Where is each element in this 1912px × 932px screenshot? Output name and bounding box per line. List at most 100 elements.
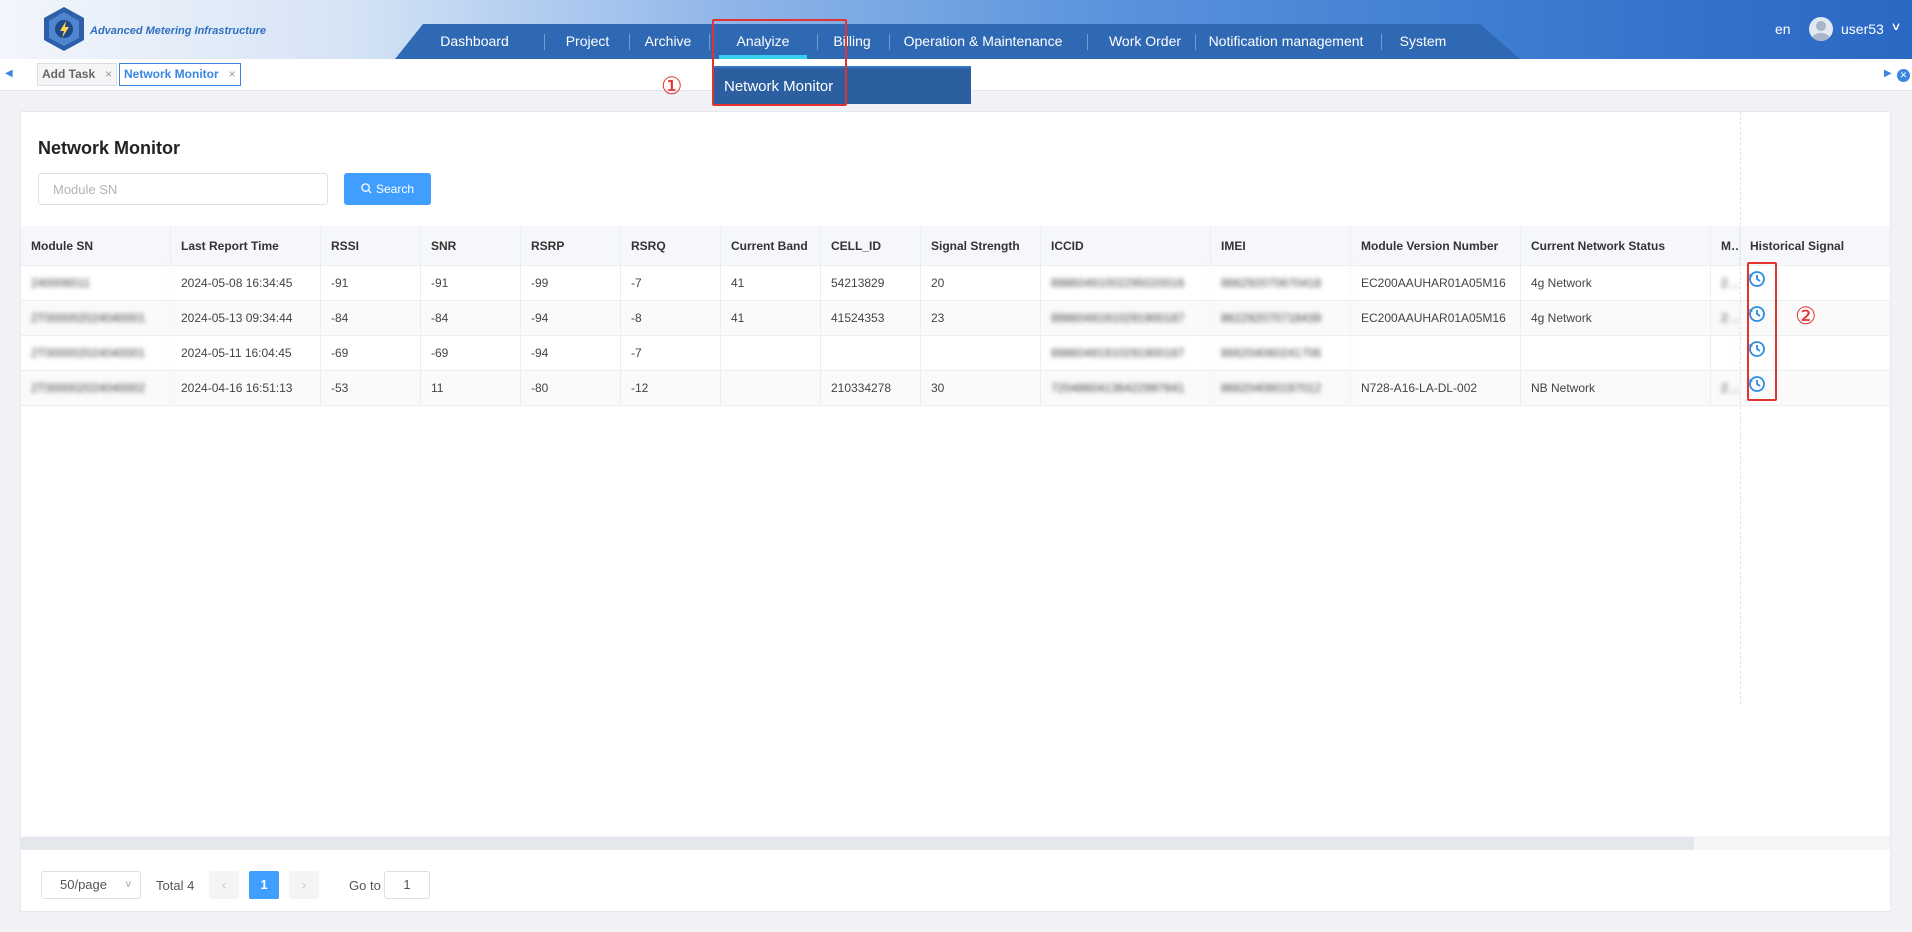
column-header-current-band[interactable]: Current Band [721, 226, 821, 265]
content-card: Network Monitor Search Module SNLast Rep… [20, 111, 1891, 912]
nav-divider [629, 34, 630, 50]
cell-imei: 862292070718439 [1211, 301, 1351, 335]
column-header-historical-signal[interactable]: Historical Signal [1740, 226, 1890, 265]
column-header-rssi[interactable]: RSSI [321, 226, 421, 265]
cell-rsrp: -80 [521, 371, 621, 405]
table-row[interactable]: 240006011 2024-05-08 16:34:45 -91 -91 -99 -7 4… [21, 266, 1890, 301]
cell-rsrq: -7 [621, 266, 721, 300]
cell-current-network-status: 4g Network [1521, 266, 1711, 300]
nav-notification-management[interactable]: Notification management [1207, 24, 1365, 59]
cell-cell-id: 210334278 [821, 371, 921, 405]
cell-iccid: 89860491002295020016 [1041, 266, 1211, 300]
cell-iccid: 89860491910291900187 [1041, 301, 1211, 335]
nav-divider [1087, 34, 1088, 50]
cell-rssi: -84 [321, 301, 421, 335]
cell-rsrp: -99 [521, 266, 621, 300]
cell-last-report-time: 2024-05-13 09:34:44 [171, 301, 321, 335]
cell-module-version-number: N728-A16-LA-DL-002 [1351, 371, 1521, 405]
column-header-last-report-time[interactable]: Last Report Time [171, 226, 321, 265]
total-count: Total 4 [156, 878, 195, 893]
cell-cell-id: 54213829 [821, 266, 921, 300]
column-header-rsrq[interactable]: RSRQ [621, 226, 721, 265]
cell-imei: 866204060197012 [1211, 371, 1351, 405]
tab-scroll-left-icon[interactable]: ◀ [5, 68, 13, 79]
column-header-snr[interactable]: SNR [421, 226, 521, 265]
goto-page-input[interactable]: 1 [384, 871, 430, 899]
nav-divider [544, 34, 545, 50]
table-row[interactable]: 2T000002024040001 2024-05-13 09:34:44 -84 -… [21, 301, 1890, 336]
column-header-cell-id[interactable]: CELL_ID [821, 226, 921, 265]
column-header-module-version-number[interactable]: Module Version Number [1351, 226, 1521, 265]
tab-close-icon[interactable]: × [229, 67, 236, 81]
cell-rsrp: -94 [521, 336, 621, 370]
shield-logo-icon [44, 7, 84, 51]
tab-label: Network Monitor [124, 67, 219, 81]
cell-iccid: 72048604136422997641 [1041, 371, 1211, 405]
prev-page-button[interactable]: ‹ [209, 871, 239, 899]
cell-snr: 11 [421, 371, 521, 405]
nav-divider [1195, 34, 1196, 50]
column-header-signal-strength[interactable]: Signal Strength [921, 226, 1041, 265]
page-number-current[interactable]: 1 [249, 871, 279, 899]
top-header: Advanced Metering Infrastructure Dashboa… [0, 0, 1912, 59]
cell-imei: 866292070670418 [1211, 266, 1351, 300]
column-header-rsrp[interactable]: RSRP [521, 226, 621, 265]
tab-network-monitor[interactable]: Network Monitor × [119, 63, 241, 86]
nav-dashboard[interactable]: Dashboard [432, 24, 517, 59]
cell-rsrq: -8 [621, 301, 721, 335]
goto-label: Go to [349, 878, 381, 893]
pagination: 50/page ∨ Total 4 ‹ 1 › Go to 1 [21, 857, 1890, 913]
nav-divider [889, 34, 890, 50]
search-button[interactable]: Search [344, 173, 431, 205]
cell-rsrp: -94 [521, 301, 621, 335]
cell-current-band [721, 371, 821, 405]
cell-module-sn: 2T000002024040001 [21, 336, 171, 370]
cell-module-sn: 240006011 [21, 266, 171, 300]
nav-operation-maintenance[interactable]: Operation & Maintenance [901, 24, 1065, 59]
cell-cell-id [821, 336, 921, 370]
nav-project[interactable]: Project [560, 24, 615, 59]
column-header-imei[interactable]: IMEI [1211, 226, 1351, 265]
tab-scroll-right-icon[interactable]: ▶ [1884, 68, 1892, 79]
column-header-module[interactable]: Module [1711, 226, 1740, 265]
annotation-box-1 [712, 19, 847, 106]
tab-add-task[interactable]: Add Task × [37, 63, 118, 86]
nav-archive[interactable]: Archive [638, 24, 698, 59]
nav-system[interactable]: System [1393, 24, 1453, 59]
cell-last-report-time: 2024-05-11 16:04:45 [171, 336, 321, 370]
cell-module-sn: 2T000002024040002 [21, 371, 171, 405]
cell-signal-strength [921, 336, 1041, 370]
tab-close-icon[interactable]: × [105, 67, 112, 81]
chevron-down-icon: ∨ [124, 879, 132, 890]
cell-current-network-status: 4g Network [1521, 301, 1711, 335]
nav-work-order[interactable]: Work Order [1099, 24, 1191, 59]
module-sn-search-input[interactable] [38, 173, 328, 205]
horizontal-scrollbar-thumb[interactable] [21, 837, 1694, 850]
cell-module: 2.8EC2 [1711, 371, 1740, 405]
cell-last-report-time: 2024-05-08 16:34:45 [171, 266, 321, 300]
close-all-tabs-icon[interactable]: ✕ [1897, 69, 1910, 82]
nav-divider [709, 34, 710, 50]
cell-module-version-number: EC200AAUHAR01A05M16 [1351, 301, 1521, 335]
table-row[interactable]: 2T000002024040001 2024-05-11 16:04:45 -69-… [21, 336, 1890, 371]
cell-current-network-status: NB Network [1521, 371, 1711, 405]
cell-current-band [721, 336, 821, 370]
next-page-button[interactable]: › [289, 871, 319, 899]
cell-current-band: 41 [721, 266, 821, 300]
chevron-down-icon[interactable]: ∨ [1890, 20, 1901, 33]
column-header-current-network-status[interactable]: Current Network Status [1521, 226, 1711, 265]
cell-imei: 866204060241706 [1211, 336, 1351, 370]
cell-signal-strength: 30 [921, 371, 1041, 405]
cell-module-sn: 2T000002024040001 [21, 301, 171, 335]
column-header-iccid[interactable]: ICCID [1041, 226, 1211, 265]
cell-rsrq: -7 [621, 336, 721, 370]
cell-rssi: -91 [321, 266, 421, 300]
table-row[interactable]: 2T000002024040002 2024-04-16 16:51:13 -53 1… [21, 371, 1890, 406]
language-switcher[interactable]: en [1775, 21, 1791, 37]
nav-divider [1381, 34, 1382, 50]
user-avatar-icon[interactable] [1809, 17, 1833, 41]
column-header-module-sn[interactable]: Module SN [21, 226, 171, 265]
user-name[interactable]: user53 [1841, 21, 1884, 37]
page-size-select[interactable]: 50/page ∨ [41, 871, 141, 899]
cell-iccid: 89860491910291900187 [1041, 336, 1211, 370]
